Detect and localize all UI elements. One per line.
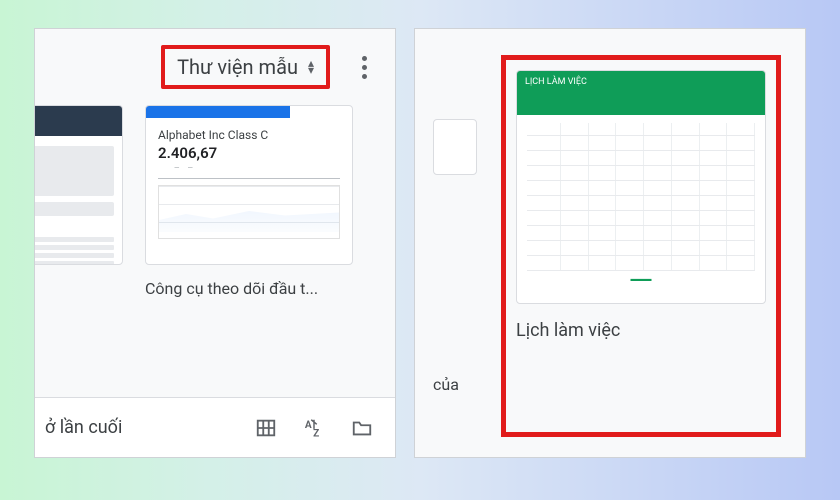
- selected-template[interactable]: LỊCH LÀM VIỆC ▬▬▬: [501, 55, 781, 437]
- template-thumbnail: LỊCH LÀM VIỆC ▬▬▬: [516, 70, 766, 304]
- sort-label: ở lần cuối: [45, 417, 122, 438]
- template-thumbnail: Alphabet Inc Class C 2.406,67 — —: [145, 105, 353, 265]
- sort-az-icon[interactable]: AZ: [303, 417, 325, 439]
- svg-text:Z: Z: [313, 428, 319, 439]
- templates-row: +50% 500 T ▬▬▬ hàng tháng Alphabet Inc C…: [34, 99, 395, 298]
- more-options-button[interactable]: [358, 52, 371, 83]
- left-footer-bar: ở lần cuối AZ: [35, 397, 395, 457]
- svg-text:A: A: [305, 420, 312, 431]
- right-panel: của LỊCH LÀM VIỆC: [414, 28, 806, 458]
- template-thumbnail[interactable]: [433, 119, 477, 175]
- partial-template-column: của: [433, 55, 477, 437]
- template-gallery-button[interactable]: Thư viện mẫu ▴▾: [161, 45, 330, 89]
- template-card[interactable]: +50% 500 T ▬▬▬ hàng tháng: [34, 105, 123, 298]
- schedule-header: LỊCH LÀM VIỆC: [517, 71, 765, 115]
- template-caption: Lịch làm việc: [516, 320, 766, 341]
- template-caption: hàng tháng: [34, 279, 123, 298]
- template-thumbnail: +50% 500 T ▬▬▬: [34, 105, 123, 265]
- template-caption: Công cụ theo dõi đầu t...: [145, 279, 353, 298]
- left-panel: Thư viện mẫu ▴▾ +50% 500 T ▬▬▬: [34, 28, 396, 458]
- grid-view-icon[interactable]: [255, 417, 277, 439]
- folder-icon[interactable]: [351, 417, 373, 439]
- expand-icon: ▴▾: [308, 60, 314, 74]
- left-header: Thư viện mẫu ▴▾: [35, 29, 395, 99]
- template-caption: của: [433, 375, 477, 394]
- template-gallery-label: Thư viện mẫu: [177, 55, 298, 79]
- template-card[interactable]: Alphabet Inc Class C 2.406,67 — — Công c…: [145, 105, 353, 298]
